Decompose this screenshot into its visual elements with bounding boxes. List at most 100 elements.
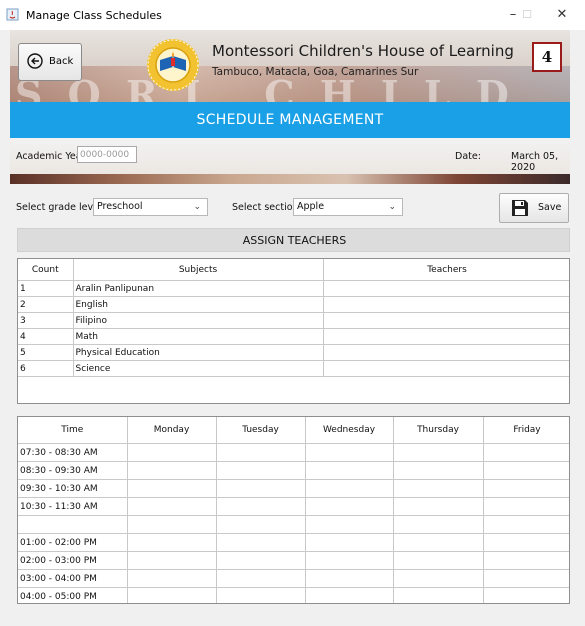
column-header-teachers[interactable]: Teachers — [323, 259, 569, 281]
column-header-thursday[interactable]: Thursday — [393, 417, 484, 444]
schedule-cell[interactable] — [216, 461, 306, 480]
schedule-cell[interactable] — [305, 551, 394, 570]
count-cell[interactable]: 6 — [18, 360, 74, 377]
schedule-cell[interactable] — [483, 515, 569, 534]
teacher-cell[interactable] — [323, 312, 569, 329]
table-row[interactable]: 02:00 - 03:00 PM — [18, 551, 569, 570]
schedule-cell[interactable] — [483, 569, 569, 588]
schedule-cell[interactable] — [305, 443, 394, 462]
schedule-cell[interactable] — [305, 533, 394, 552]
schedule-cell[interactable] — [483, 551, 569, 570]
schedule-cell[interactable] — [393, 569, 484, 588]
table-row[interactable]: 10:30 - 11:30 AM — [18, 497, 569, 516]
schedule-cell[interactable] — [127, 515, 217, 534]
subject-cell[interactable]: English — [73, 296, 324, 313]
table-row[interactable]: 09:30 - 10:30 AM — [18, 479, 569, 498]
subject-cell[interactable]: Physical Education — [73, 344, 324, 361]
time-cell[interactable]: 03:00 - 04:00 PM — [18, 569, 128, 588]
schedule-cell[interactable] — [483, 587, 569, 603]
table-row[interactable]: 4 Math — [18, 328, 569, 345]
subject-cell[interactable]: Filipino — [73, 312, 324, 329]
schedule-cell[interactable] — [305, 461, 394, 480]
table-row[interactable]: 2 English — [18, 296, 569, 313]
column-header-count[interactable]: Count — [18, 259, 74, 281]
schedule-cell[interactable] — [127, 497, 217, 516]
schedule-cell[interactable] — [393, 515, 484, 534]
schedule-cell[interactable] — [127, 551, 217, 570]
teacher-cell[interactable] — [323, 280, 569, 297]
schedule-cell[interactable] — [216, 551, 306, 570]
schedule-cell[interactable] — [127, 587, 217, 603]
schedule-cell[interactable] — [393, 533, 484, 552]
time-cell[interactable]: 02:00 - 03:00 PM — [18, 551, 128, 570]
table-row[interactable]: 5 Physical Education — [18, 344, 569, 361]
schedule-cell[interactable] — [216, 443, 306, 462]
save-button[interactable]: Save — [499, 193, 569, 223]
column-header-friday[interactable]: Friday — [483, 417, 569, 444]
time-cell[interactable] — [18, 515, 128, 534]
schedule-cell[interactable] — [393, 551, 484, 570]
count-cell[interactable]: 4 — [18, 328, 74, 345]
subject-cell[interactable]: Math — [73, 328, 324, 345]
column-header-wednesday[interactable]: Wednesday — [305, 417, 394, 444]
schedule-cell[interactable] — [127, 479, 217, 498]
schedule-cell[interactable] — [483, 461, 569, 480]
teacher-cell[interactable] — [323, 328, 569, 345]
schedule-cell[interactable] — [127, 443, 217, 462]
schedule-cell[interactable] — [483, 479, 569, 498]
schedule-cell[interactable] — [483, 443, 569, 462]
schedule-cell[interactable] — [127, 533, 217, 552]
time-cell[interactable]: 08:30 - 09:30 AM — [18, 461, 128, 480]
time-cell[interactable]: 10:30 - 11:30 AM — [18, 497, 128, 516]
schedule-cell[interactable] — [127, 569, 217, 588]
column-header-subjects[interactable]: Subjects — [73, 259, 324, 281]
schedule-cell[interactable] — [305, 515, 394, 534]
schedule-cell[interactable] — [305, 587, 394, 603]
table-row[interactable]: 1 Aralin Panlipunan — [18, 280, 569, 297]
section-select[interactable]: Apple ⌄ — [293, 198, 403, 216]
schedule-cell[interactable] — [393, 479, 484, 498]
academic-year-input[interactable]: 0000-0000 — [77, 146, 137, 163]
count-cell[interactable]: 1 — [18, 280, 74, 297]
count-cell[interactable]: 2 — [18, 296, 74, 313]
schedule-cell[interactable] — [216, 533, 306, 552]
teacher-cell[interactable] — [323, 344, 569, 361]
grade-level-select[interactable]: Preschool ⌄ — [93, 198, 208, 216]
teacher-cell[interactable] — [323, 360, 569, 377]
table-row[interactable]: 3 Filipino — [18, 312, 569, 329]
schedule-cell[interactable] — [305, 569, 394, 588]
table-row[interactable]: 08:30 - 09:30 AM — [18, 461, 569, 480]
column-header-time[interactable]: Time — [18, 417, 128, 444]
subject-cell[interactable]: Science — [73, 360, 324, 377]
teacher-cell[interactable] — [323, 296, 569, 313]
schedule-cell[interactable] — [216, 587, 306, 603]
table-row[interactable]: 6 Science — [18, 360, 569, 377]
schedule-cell[interactable] — [393, 443, 484, 462]
time-cell[interactable]: 01:00 - 02:00 PM — [18, 533, 128, 552]
schedule-cell[interactable] — [393, 461, 484, 480]
table-row[interactable] — [18, 515, 569, 534]
schedule-cell[interactable] — [393, 587, 484, 603]
time-cell[interactable]: 09:30 - 10:30 AM — [18, 479, 128, 498]
table-row[interactable]: 03:00 - 04:00 PM — [18, 569, 569, 588]
table-row[interactable]: 01:00 - 02:00 PM — [18, 533, 569, 552]
schedule-cell[interactable] — [393, 497, 484, 516]
schedule-cell[interactable] — [483, 497, 569, 516]
schedule-cell[interactable] — [216, 515, 306, 534]
schedule-cell[interactable] — [216, 497, 306, 516]
count-cell[interactable]: 3 — [18, 312, 74, 329]
back-button[interactable]: Back — [18, 43, 82, 81]
count-cell[interactable]: 5 — [18, 344, 74, 361]
time-cell[interactable]: 04:00 - 05:00 PM — [18, 587, 128, 603]
column-header-monday[interactable]: Monday — [127, 417, 217, 444]
schedule-cell[interactable] — [483, 533, 569, 552]
schedule-cell[interactable] — [216, 569, 306, 588]
schedule-cell[interactable] — [216, 479, 306, 498]
subject-cell[interactable]: Aralin Panlipunan — [73, 280, 324, 297]
time-cell[interactable]: 07:30 - 08:30 AM — [18, 443, 128, 462]
schedule-cell[interactable] — [127, 461, 217, 480]
close-button[interactable]: ✕ — [548, 6, 576, 24]
table-row[interactable]: 04:00 - 05:00 PM — [18, 587, 569, 603]
schedule-cell[interactable] — [305, 479, 394, 498]
table-row[interactable]: 07:30 - 08:30 AM — [18, 443, 569, 462]
